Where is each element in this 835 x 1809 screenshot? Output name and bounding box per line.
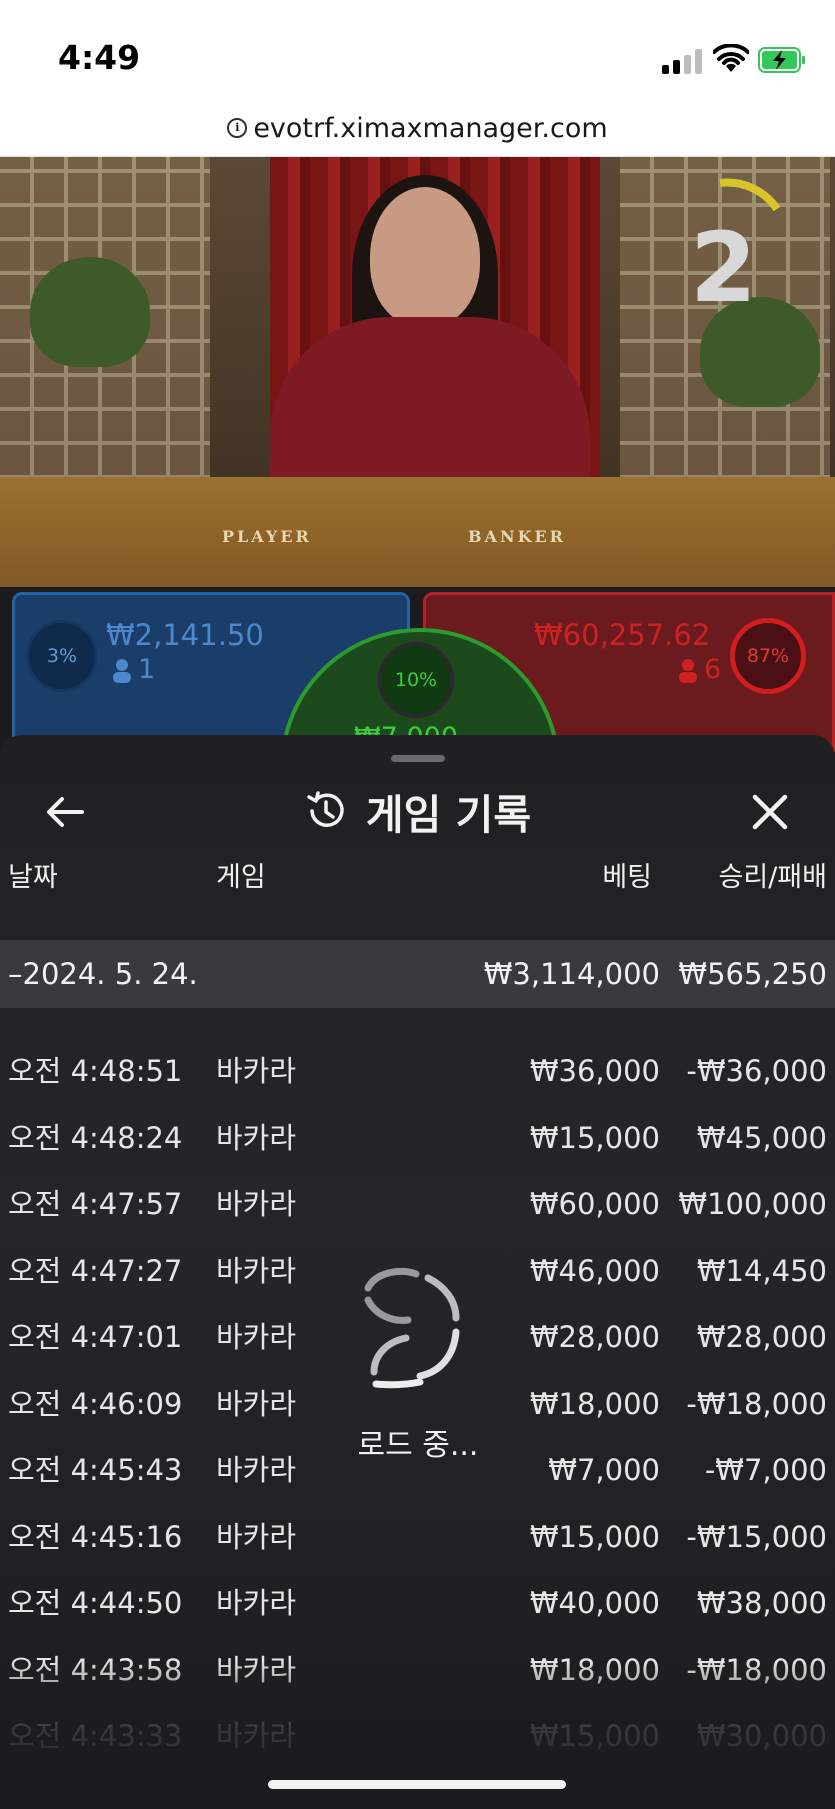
history-row-bet: ₩7,000 <box>548 1453 660 1487</box>
date-group-bet-total: ₩3,114,000 <box>483 957 660 991</box>
date-group-date: –2024. 5. 24. <box>8 957 198 991</box>
history-row-game: 바카라 <box>216 1120 297 1155</box>
history-row-bet: ₩60,000 <box>529 1187 660 1221</box>
sheet-header: 게임 기록 <box>0 779 835 843</box>
history-row[interactable]: 오전 4:44:50 바카라 ₩40,000 ₩38,000 <box>0 1570 835 1636</box>
status-time: 4:49 <box>58 38 141 77</box>
table-label-player: PLAYER <box>222 527 312 546</box>
history-row-time: 오전 4:45:16 <box>8 1519 183 1554</box>
home-indicator[interactable] <box>268 1780 566 1789</box>
history-row-bet: ₩28,000 <box>529 1320 660 1354</box>
history-row-result: ₩28,000 <box>696 1320 827 1354</box>
history-row-result: -₩36,000 <box>686 1054 827 1088</box>
live-video: PLAYER BANKER 2 <box>0 157 835 587</box>
player-count: 1 <box>112 654 155 685</box>
history-row-game: 바카라 <box>216 1054 297 1088</box>
user-icon <box>679 658 697 683</box>
history-row-bet: ₩15,000 <box>529 1519 660 1554</box>
bonsai-left <box>30 257 150 367</box>
history-row-bet: ₩40,000 <box>529 1586 660 1620</box>
countdown-timer: 2 <box>690 212 757 324</box>
history-row-game: 바카라 <box>216 1453 297 1487</box>
url-text[interactable]: evotrf.ximaxmanager.com <box>253 113 607 144</box>
player-bet-amount: ₩2,141.50 <box>106 618 264 652</box>
date-group-win-total: ₩565,250 <box>678 957 827 991</box>
status-bar: 4:49 <box>0 0 835 100</box>
dealer-face <box>370 187 480 327</box>
history-row-result: ₩100,000 <box>678 1187 827 1221</box>
player-percent-ring: 3% <box>26 620 98 692</box>
history-row-bet: ₩46,000 <box>529 1253 660 1288</box>
history-row-game: 바카라 <box>216 1586 297 1620</box>
tie-percent-ring: 10% <box>378 642 454 718</box>
history-row-time: 오전 4:45:43 <box>8 1453 183 1487</box>
info-icon[interactable]: i <box>227 118 248 138</box>
date-group-header[interactable]: –2024. 5. 24. ₩3,114,000 ₩565,250 <box>0 940 835 1008</box>
battery-charging-icon <box>758 47 805 73</box>
history-row[interactable]: 오전 4:48:24 바카라 ₩15,000 ₩45,000 <box>0 1105 835 1171</box>
banker-count: 6 <box>678 654 721 685</box>
history-row-time: 오전 4:47:01 <box>8 1320 183 1354</box>
loading-text: 로드 중... <box>357 1428 479 1463</box>
history-row-result: ₩45,000 <box>696 1120 827 1155</box>
history-row-bet: ₩36,000 <box>529 1054 660 1088</box>
cellular-signal-icon <box>662 48 704 74</box>
history-row-time: 오전 4:47:27 <box>8 1253 183 1288</box>
history-row-time: 오전 4:48:24 <box>8 1120 183 1155</box>
history-row-time: 오전 4:44:50 <box>8 1586 183 1620</box>
history-row[interactable]: 오전 4:48:51 바카라 ₩36,000 -₩36,000 <box>0 1038 835 1104</box>
column-header-game: 게임 <box>216 862 266 893</box>
history-icon <box>307 791 344 827</box>
browser-url-bar[interactable]: i evotrf.ximaxmanager.com <box>0 100 835 157</box>
column-header-date: 날짜 <box>8 862 58 893</box>
wifi-icon <box>713 44 749 72</box>
history-row-bet: ₩18,000 <box>529 1386 660 1421</box>
column-header-bet: 베팅 <box>602 862 652 893</box>
close-icon[interactable] <box>745 787 795 837</box>
history-row-time: 오전 4:46:09 <box>8 1386 183 1421</box>
history-row-bet: ₩15,000 <box>529 1120 660 1155</box>
banker-bet-amount: ₩60,257.62 <box>534 618 711 652</box>
history-row-game: 바카라 <box>216 1253 297 1288</box>
history-row-result: -₩15,000 <box>686 1519 827 1554</box>
history-row-game: 바카라 <box>216 1320 297 1354</box>
sheet-title: 게임 기록 <box>365 791 532 839</box>
history-row-result: ₩38,000 <box>696 1586 827 1620</box>
history-row-game: 바카라 <box>216 1519 297 1554</box>
history-row-game: 바카라 <box>216 1187 297 1221</box>
history-row-time: 오전 4:48:51 <box>8 1054 183 1088</box>
banker-percent-ring: 87% <box>730 618 806 694</box>
history-row-result: -₩18,000 <box>686 1386 827 1421</box>
baccarat-table <box>0 477 835 587</box>
banker-count-value: 6 <box>704 654 722 685</box>
history-row-result: ₩14,450 <box>696 1253 827 1288</box>
player-count-value: 1 <box>138 654 156 685</box>
column-header-win-loss: 승리/패배 <box>718 862 827 893</box>
history-row-game: 바카라 <box>216 1386 297 1421</box>
loading-spinner-icon <box>364 1267 460 1389</box>
table-label-banker: BANKER <box>468 527 566 546</box>
sheet-drag-handle[interactable] <box>391 755 445 762</box>
user-icon <box>113 658 131 683</box>
countdown-arc-icon <box>719 178 781 212</box>
history-row[interactable]: 오전 4:45:16 바카라 ₩15,000 -₩15,000 <box>0 1504 835 1570</box>
history-row[interactable]: 오전 4:47:57 바카라 ₩60,000 ₩100,000 <box>0 1171 835 1237</box>
history-row-time: 오전 4:47:57 <box>8 1187 183 1221</box>
history-row-result: -₩7,000 <box>704 1453 827 1487</box>
